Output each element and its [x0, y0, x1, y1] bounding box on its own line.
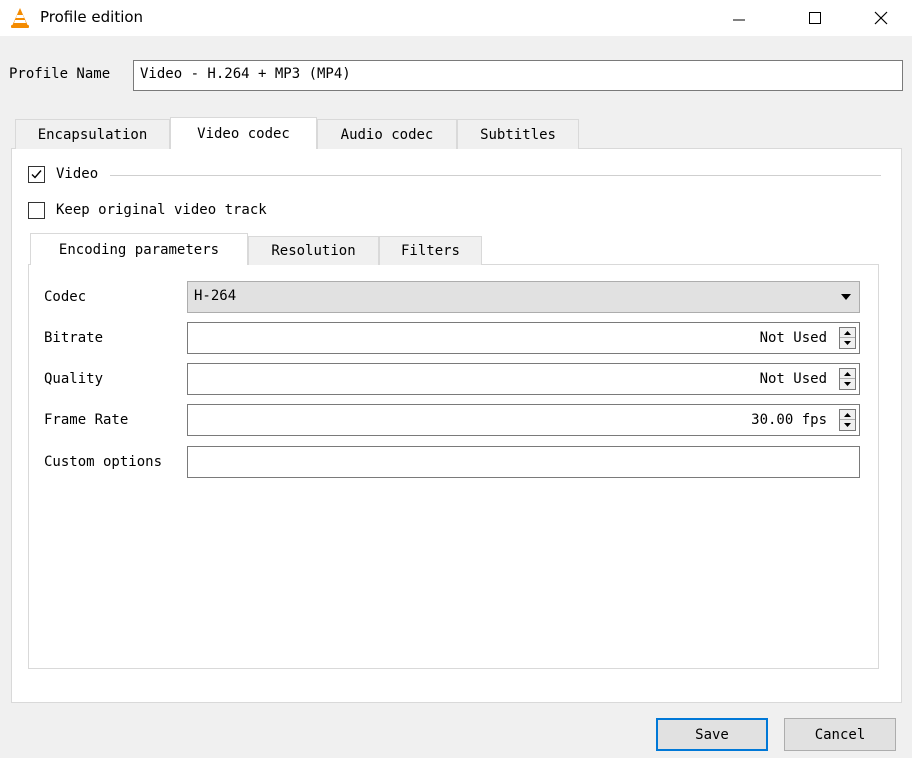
group-divider [110, 175, 881, 176]
tab-subtitles[interactable]: Subtitles [457, 119, 579, 149]
spin-down-icon[interactable] [840, 420, 855, 430]
frame-rate-stepper[interactable] [839, 409, 856, 431]
quality-stepper[interactable] [839, 368, 856, 390]
maximize-button[interactable] [792, 0, 838, 36]
quality-value: Not Used [759, 371, 827, 387]
custom-options-label: Custom options [44, 454, 163, 470]
window-title: Profile edition [40, 8, 144, 26]
bitrate-spinbox[interactable]: Not Used [187, 322, 860, 354]
profile-name-label: Profile Name [9, 66, 111, 82]
frame-rate-label: Frame Rate [44, 412, 129, 428]
spin-down-icon[interactable] [840, 379, 855, 389]
keep-original-label[interactable]: Keep original video track [56, 202, 267, 218]
maximize-icon [809, 12, 821, 24]
subtab-filters[interactable]: Filters [379, 236, 482, 265]
tab-encapsulation[interactable]: Encapsulation [15, 119, 170, 149]
bitrate-label: Bitrate [44, 330, 104, 346]
quality-spinbox[interactable]: Not Used [187, 363, 860, 395]
tab-video-codec[interactable]: Video codec [170, 117, 317, 149]
minimize-button[interactable] [716, 0, 762, 36]
codec-select[interactable]: H-264 [187, 281, 860, 313]
keep-original-checkbox[interactable] [28, 202, 45, 219]
video-checkbox-label[interactable]: Video [56, 166, 98, 182]
spin-up-icon[interactable] [840, 410, 855, 420]
save-button[interactable]: Save [656, 718, 768, 751]
bitrate-stepper[interactable] [839, 327, 856, 349]
cancel-button[interactable]: Cancel [784, 718, 896, 751]
spin-up-icon[interactable] [840, 369, 855, 379]
close-button[interactable] [858, 0, 904, 36]
subtab-resolution[interactable]: Resolution [248, 236, 379, 265]
chevron-down-icon [841, 294, 851, 300]
codec-label: Codec [44, 289, 87, 305]
subtab-encoding-parameters[interactable]: Encoding parameters [30, 233, 248, 265]
profile-name-input[interactable]: Video - H.264 + MP3 (MP4) [133, 60, 903, 91]
codec-value: H-264 [194, 288, 237, 304]
bitrate-value: Not Used [759, 330, 827, 346]
close-icon [874, 11, 888, 25]
custom-options-input[interactable] [187, 446, 860, 478]
quality-label: Quality [44, 371, 104, 387]
vlc-cone-icon [10, 7, 30, 29]
spin-up-icon[interactable] [840, 328, 855, 338]
video-checkbox[interactable] [28, 166, 45, 183]
spin-down-icon[interactable] [840, 338, 855, 348]
checkmark-icon [31, 170, 42, 179]
frame-rate-value: 30.00 fps [751, 412, 827, 428]
tab-audio-codec[interactable]: Audio codec [317, 119, 457, 149]
minimize-icon [733, 19, 745, 21]
frame-rate-spinbox[interactable]: 30.00 fps [187, 404, 860, 436]
